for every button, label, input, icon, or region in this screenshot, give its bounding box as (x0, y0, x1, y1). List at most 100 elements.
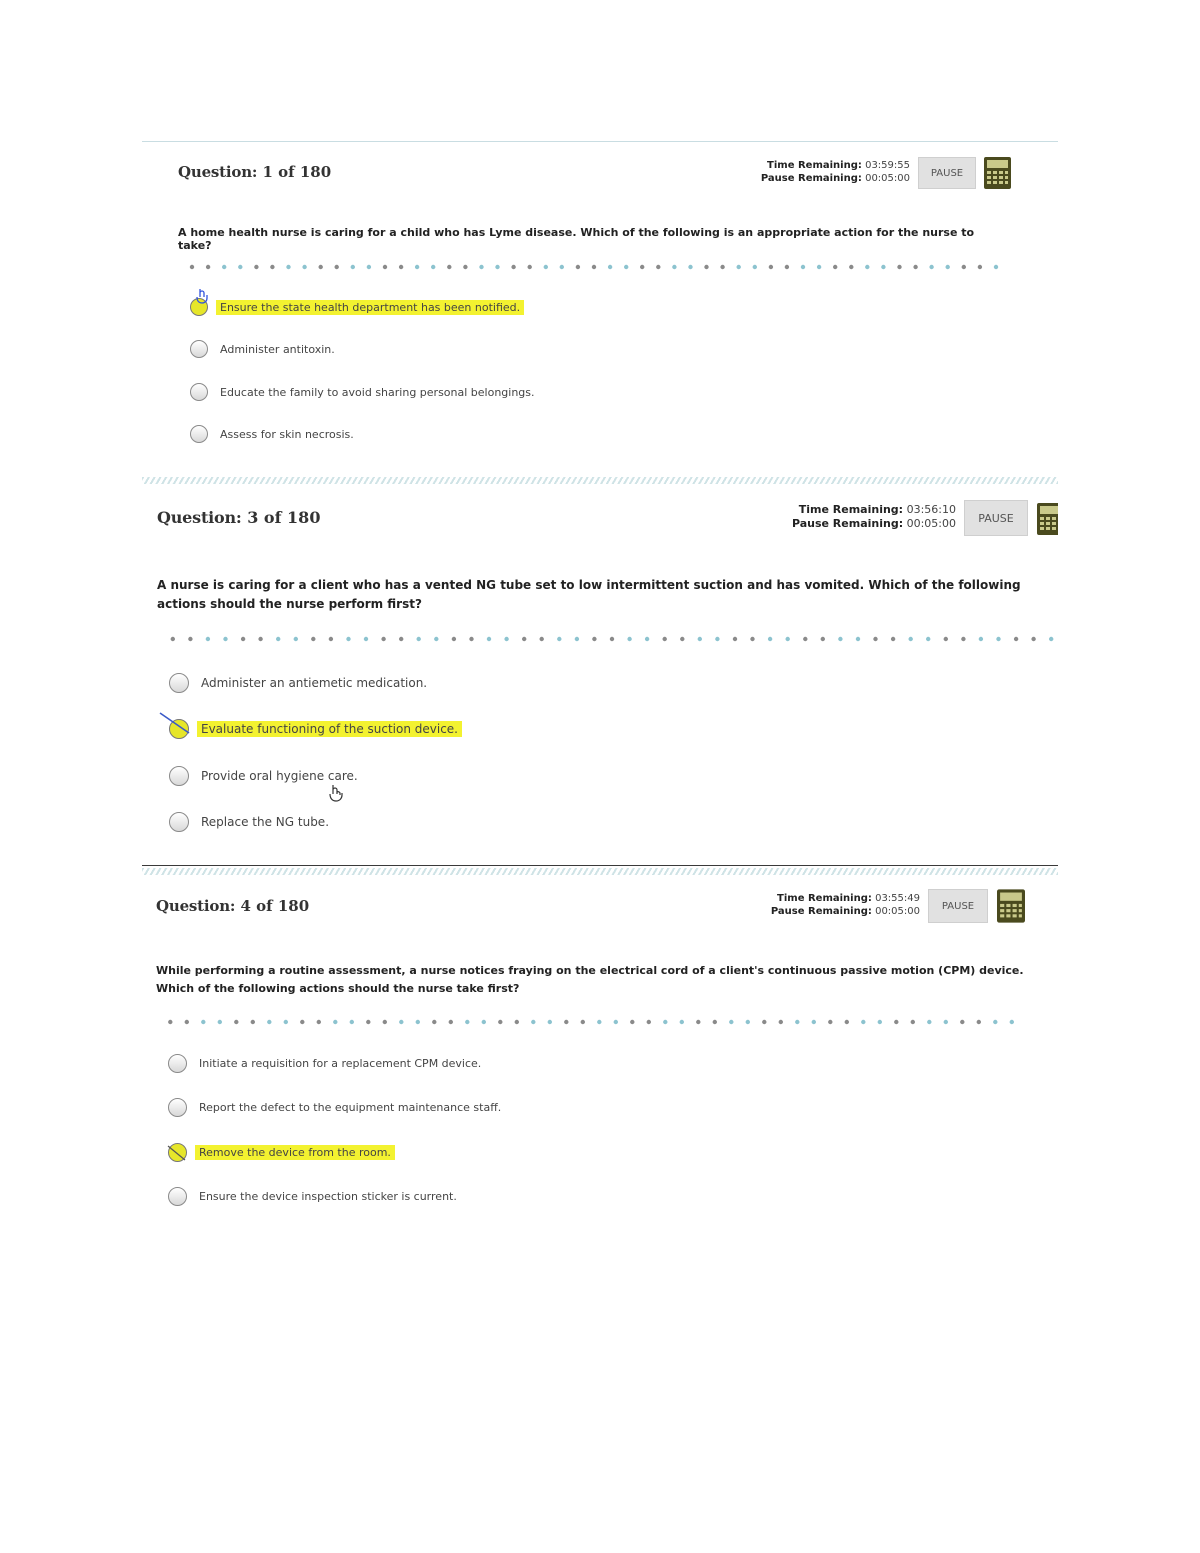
answer-option-2[interactable]: Administer antitoxin. (190, 340, 335, 358)
divider-dot (591, 264, 597, 270)
divider-dot (680, 636, 685, 642)
radio-button[interactable] (168, 1098, 187, 1117)
question-title: Question: 3 of 180 (157, 508, 321, 527)
divider-dot (816, 264, 822, 270)
divider-dot (630, 1019, 635, 1025)
radio-button[interactable] (169, 673, 189, 693)
divider-dot (217, 1019, 222, 1025)
divider-dot (238, 264, 243, 270)
divider-dot (977, 264, 983, 270)
answer-option-3[interactable]: Educate the family to avoid sharing pers… (190, 383, 535, 401)
divider-dot (865, 264, 870, 270)
answer-option-1[interactable]: Administer an antiemetic medication. (169, 673, 427, 693)
divider-dot (943, 636, 948, 642)
divider-dot (592, 636, 597, 642)
answer-option-1[interactable]: Initiate a requisition for a replacement… (168, 1054, 481, 1073)
divider-dot (349, 1019, 354, 1025)
calculator-icon[interactable] (1037, 501, 1058, 541)
divider-dot (688, 264, 693, 270)
divider-dot (945, 264, 950, 270)
divider-dot (597, 1019, 602, 1025)
divider-dot (976, 1019, 981, 1025)
answer-option-label: Initiate a requisition for a replacement… (199, 1057, 482, 1070)
divider-dot (910, 1019, 915, 1025)
divider-dot (188, 636, 193, 642)
answer-option-4[interactable]: Replace the NG tube. (169, 812, 329, 832)
time-remaining-label: Time Remaining: (798, 503, 904, 516)
pause-remaining-value: 00:05:00 (906, 517, 956, 531)
divider-dot (363, 636, 369, 642)
divider-dot (447, 264, 452, 270)
answer-option-label: Report the defect to the equipment maint… (199, 1101, 502, 1114)
question-text: While performing a routine assessment, a… (156, 964, 1024, 995)
answer-option-2[interactable]: Report the defect to the equipment maint… (168, 1098, 501, 1117)
divider-dot (943, 1019, 948, 1025)
answer-option-3[interactable]: Provide oral hygiene care. (169, 766, 358, 786)
answer-option-label: Ensure the state health department has b… (216, 299, 525, 315)
pause-remaining-label: Pause Remaining: (760, 173, 862, 184)
divider-dot (750, 636, 755, 642)
calculator-icon[interactable] (984, 157, 1011, 193)
radio-button[interactable] (190, 383, 208, 401)
divider-dot (254, 264, 259, 270)
divider-dot (543, 264, 548, 270)
radio-button[interactable] (190, 340, 208, 358)
divider-dot (465, 1019, 470, 1025)
divider-dot (656, 264, 661, 270)
answer-option-4[interactable]: Ensure the device inspection sticker is … (168, 1187, 457, 1206)
radio-button[interactable] (169, 812, 189, 832)
answer-option-2[interactable]: Evaluate functioning of the suction devi… (169, 719, 462, 739)
radio-button[interactable] (169, 766, 189, 786)
radio-button[interactable] (168, 1187, 187, 1206)
divider-dot (479, 264, 484, 270)
divider-dot (877, 1019, 882, 1025)
divider-dot (302, 264, 307, 270)
radio-button[interactable] (168, 1054, 187, 1073)
divider-dot (498, 1019, 503, 1025)
answer-option-label: Replace the NG tube. (201, 815, 330, 829)
calculator-icon[interactable] (997, 889, 1025, 927)
divider-dot (557, 636, 562, 642)
divider-dot (613, 1019, 618, 1025)
radio-button[interactable] (190, 425, 208, 443)
divider-dot (434, 636, 439, 642)
divider-dot (415, 1019, 420, 1025)
divider-dot (736, 264, 741, 270)
answer-option-label: Provide oral hygiene care. (201, 769, 358, 783)
pause-button[interactable]: PAUSE (918, 157, 976, 189)
divider-dot (205, 636, 211, 642)
answer-option-3[interactable]: Remove the device from the room. (168, 1143, 395, 1162)
divider-dot (398, 264, 404, 270)
divider-dot (961, 636, 966, 642)
divider-dot (399, 1019, 404, 1025)
pause-button[interactable]: PAUSE (964, 500, 1028, 536)
divider-dot (873, 636, 878, 642)
divider-dot (539, 636, 544, 642)
divider-dot (993, 264, 999, 270)
answer-option-label: Administer an antiemetic medication. (201, 676, 428, 690)
divider-dot (559, 264, 564, 270)
answer-option-label: Ensure the device inspection sticker is … (199, 1190, 457, 1203)
divider-dot (293, 636, 298, 642)
divider-dot (267, 1019, 272, 1025)
divider-dot (778, 1019, 783, 1025)
divider-dot (575, 264, 581, 270)
divider-dot (276, 636, 281, 642)
divider-dot (463, 264, 468, 270)
divider-dot (469, 636, 474, 642)
answer-option-4[interactable]: Assess for skin necrosis. (190, 425, 354, 443)
divider-dot (432, 1019, 437, 1025)
divider-dot (785, 636, 790, 642)
timer-panel: Time Remaining: 03:55:49 Pause Remaining… (771, 892, 920, 918)
time-remaining-value: 03:59:55 (865, 160, 910, 171)
dot-divider (184, 264, 1004, 270)
answer-option-1[interactable]: Ensure the state health department has b… (190, 298, 525, 316)
divider-dot (504, 636, 509, 642)
question-text: A nurse is caring for a client who has a… (157, 578, 1021, 611)
separator-hatched (142, 868, 1058, 875)
divider-dot (715, 636, 720, 642)
timer-panel: Time Remaining: 03:56:10 Pause Remaining… (792, 503, 956, 532)
divider-dot (1013, 636, 1019, 642)
pause-button[interactable]: PAUSE (928, 889, 988, 923)
divider-dot (828, 1019, 833, 1025)
